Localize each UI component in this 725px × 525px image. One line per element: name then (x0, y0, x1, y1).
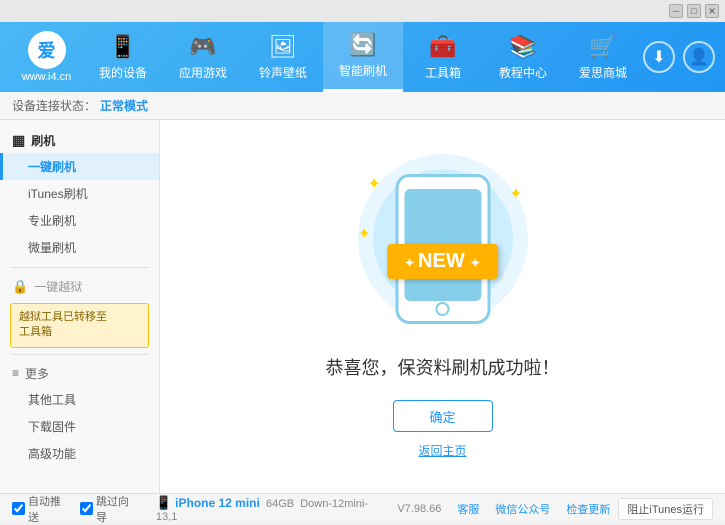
nav-apps-games[interactable]: 🎮 应用游戏 (163, 22, 243, 92)
sparkle-3: ✦ (358, 224, 371, 244)
maximize-button[interactable]: □ (687, 4, 701, 18)
nav-store[interactable]: 🛒 爱思商城 (563, 22, 643, 92)
sidebar-flash-header: ▦ 刷机 (0, 128, 159, 153)
nav-store-label: 爱思商城 (579, 64, 627, 81)
version-label: V7.98.66 (397, 503, 441, 515)
nav-toolbox[interactable]: 🧰 工具箱 (403, 22, 483, 92)
skip-guide-checkbox[interactable]: 跳过向导 (80, 493, 140, 525)
content-area: NEW ✦ ✦ ✦ 恭喜您，保资料刷机成功啦！ 确定 返回主页 (160, 120, 725, 493)
pro-flash-label: 专业刷机 (28, 214, 76, 228)
close-button[interactable]: ✕ (705, 4, 719, 18)
sidebar-item-itunes-flash[interactable]: iTunes刷机 (0, 180, 159, 207)
nav-ringtone-label: 铃声壁纸 (259, 64, 307, 81)
advanced-features-label: 高级功能 (28, 447, 76, 461)
wechat-link[interactable]: 微信公众号 (495, 501, 550, 517)
sidebar-divider-1 (10, 267, 149, 268)
my-device-icon: 📱 (109, 34, 136, 60)
device-info: 📱 iPhone 12 mini 64GB Down-12mini-13,1 (156, 495, 389, 523)
sidebar-item-advanced-features[interactable]: 高级功能 (0, 440, 159, 467)
device-icon: 📱 (156, 495, 172, 510)
skip-guide-input[interactable] (80, 502, 93, 515)
download-firmware-label: 下载固件 (28, 420, 76, 434)
sidebar-flash-section: ▦ 刷机 一键刷机 iTunes刷机 专业刷机 微量刷机 (0, 128, 159, 261)
device-name: iPhone 12 mini (175, 496, 260, 510)
status-value: 正常模式 (100, 97, 148, 114)
minimize-button[interactable]: ─ (669, 4, 683, 18)
bottom-bar: 自动推送 跳过向导 📱 iPhone 12 mini 64GB Down-12m… (0, 493, 725, 523)
flash-section-icon: ▦ (12, 132, 25, 149)
check-update-link[interactable]: 检查更新 (566, 501, 610, 517)
sidebar-warning-box: 越狱工具已转移至 工具箱 (10, 303, 149, 348)
sidebar-item-micro-flash[interactable]: 微量刷机 (0, 234, 159, 261)
more-icon: ≡ (12, 366, 19, 380)
apps-games-icon: 🎮 (189, 34, 216, 60)
bottom-left: 自动推送 跳过向导 📱 iPhone 12 mini 64GB Down-12m… (12, 493, 389, 525)
success-title: 恭喜您，保资料刷机成功啦！ (326, 354, 560, 380)
top-nav: 爱 www.i4.cn 📱 我的设备 🎮 应用游戏 🖼 铃声壁纸 🔄 智能刷机 … (0, 22, 725, 92)
bottom-right: V7.98.66 客服 微信公众号 检查更新 (397, 501, 610, 517)
auto-push-checkbox[interactable]: 自动推送 (12, 493, 72, 525)
itunes-flash-label: iTunes刷机 (28, 187, 88, 201)
sidebar-divider-2 (10, 354, 149, 355)
sidebar-item-download-firmware[interactable]: 下载固件 (0, 413, 159, 440)
sidebar-item-pro-flash[interactable]: 专业刷机 (0, 207, 159, 234)
lock-icon: 🔒 (12, 279, 28, 295)
nav-ringtone[interactable]: 🖼 铃声壁纸 (243, 22, 323, 92)
back-link[interactable]: 返回主页 (418, 442, 466, 459)
logo-site: www.i4.cn (22, 71, 72, 83)
nav-right-buttons: ⬇ 👤 (643, 41, 715, 73)
logo-icon: 爱 (28, 31, 66, 69)
sidebar-item-other-tools[interactable]: 其他工具 (0, 386, 159, 413)
stop-itunes-label: 阻止iTunes运行 (627, 501, 704, 517)
status-label: 设备连接状态： (12, 97, 96, 114)
sparkle-2: ✦ (509, 184, 522, 204)
nav-tutorial-label: 教程中心 (499, 64, 547, 81)
new-badge: NEW (387, 244, 499, 279)
warning-text: 越狱工具已转移至 工具箱 (19, 311, 107, 338)
nav-smart-flash-label: 智能刷机 (339, 62, 387, 79)
nav-my-device[interactable]: 📱 我的设备 (83, 22, 163, 92)
sidebar-flash-label: 刷机 (31, 132, 55, 149)
nav-smart-flash[interactable]: 🔄 智能刷机 (323, 22, 403, 92)
smart-flash-icon: 🔄 (349, 32, 376, 58)
customer-service-link[interactable]: 客服 (457, 501, 479, 517)
stop-itunes-button[interactable]: 阻止iTunes运行 (618, 498, 713, 520)
confirm-button[interactable]: 确定 (393, 400, 493, 432)
nav-my-device-label: 我的设备 (99, 64, 147, 81)
download-button[interactable]: ⬇ (643, 41, 675, 73)
more-label: 更多 (25, 365, 49, 382)
sidebar: ▦ 刷机 一键刷机 iTunes刷机 专业刷机 微量刷机 🔒 一键越狱 越狱工具… (0, 120, 160, 493)
sparkle-1: ✦ (368, 174, 381, 194)
sidebar-item-one-click-flash[interactable]: 一键刷机 (0, 153, 159, 180)
tutorial-icon: 📚 (509, 34, 536, 60)
status-bar: 设备连接状态： 正常模式 (0, 92, 725, 120)
auto-push-input[interactable] (12, 502, 25, 515)
one-click-flash-label: 一键刷机 (28, 160, 76, 174)
nav-apps-games-label: 应用游戏 (179, 64, 227, 81)
jailbreak-label: 一键越狱 (34, 278, 82, 295)
logo-area: 爱 www.i4.cn (10, 31, 83, 83)
ringtone-icon: 🖼 (269, 34, 297, 60)
title-bar: ─ □ ✕ (0, 0, 725, 22)
sidebar-more-header: ≡ 更多 (0, 361, 159, 386)
user-button[interactable]: 👤 (683, 41, 715, 73)
skip-guide-label: 跳过向导 (96, 493, 140, 525)
sidebar-jailbreak-gray: 🔒 一键越狱 (0, 274, 159, 299)
nav-tutorial[interactable]: 📚 教程中心 (483, 22, 563, 92)
auto-push-label: 自动推送 (28, 493, 72, 525)
nav-toolbox-label: 工具箱 (425, 64, 461, 81)
store-icon: 🛒 (589, 34, 616, 60)
other-tools-label: 其他工具 (28, 393, 76, 407)
toolbox-icon: 🧰 (429, 34, 456, 60)
micro-flash-label: 微量刷机 (28, 241, 76, 255)
nav-items: 📱 我的设备 🎮 应用游戏 🖼 铃声壁纸 🔄 智能刷机 🧰 工具箱 📚 教程中心… (83, 22, 643, 92)
phone-home-button (436, 302, 450, 316)
device-storage: 64GB (263, 498, 294, 510)
phone-illustration: NEW ✦ ✦ ✦ (353, 154, 533, 334)
main-area: ▦ 刷机 一键刷机 iTunes刷机 专业刷机 微量刷机 🔒 一键越狱 越狱工具… (0, 120, 725, 493)
